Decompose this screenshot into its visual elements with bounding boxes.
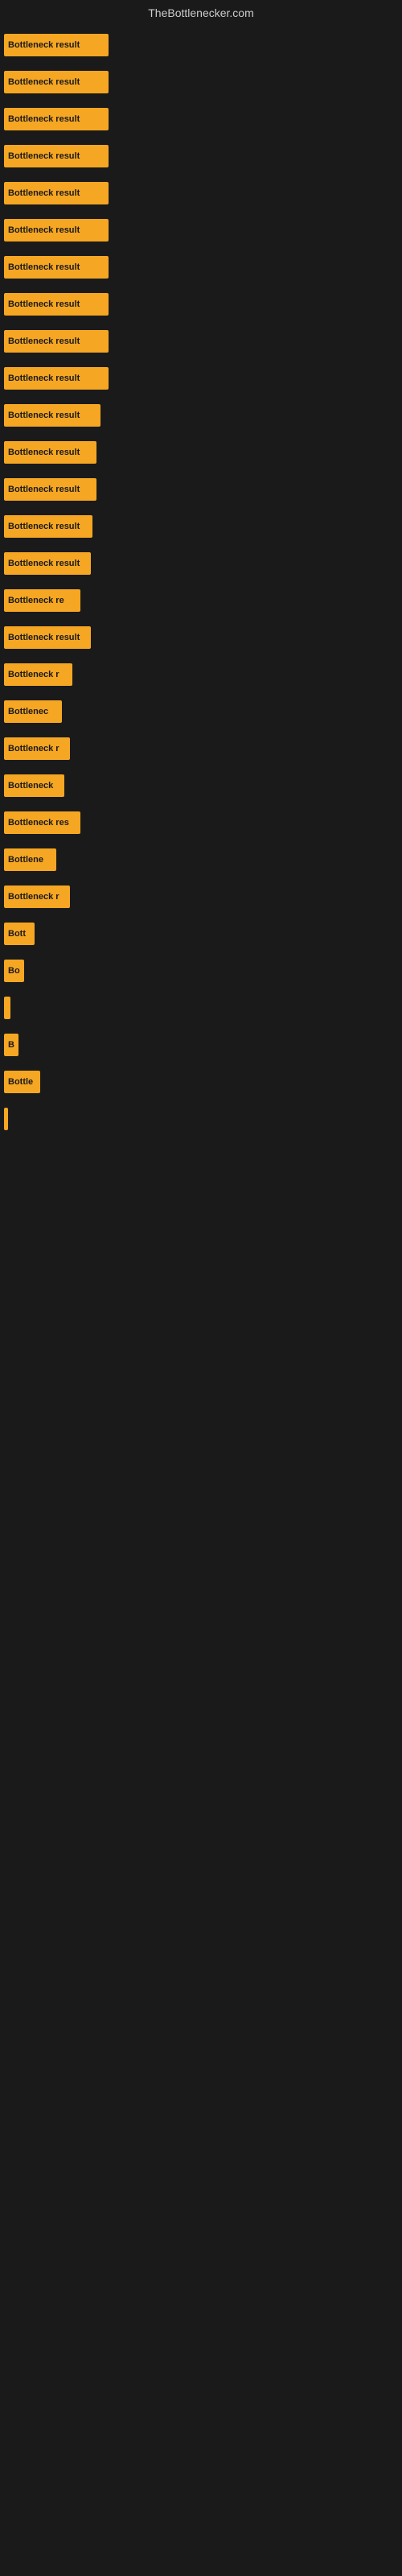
bar-label: Bottleneck result bbox=[8, 411, 80, 420]
bottleneck-bar: Bott bbox=[4, 923, 35, 945]
bottleneck-bar: Bottleneck r bbox=[4, 737, 70, 760]
bottleneck-bar: B bbox=[4, 1034, 18, 1056]
bottleneck-bar: Bo bbox=[4, 960, 24, 982]
bottleneck-bar: Bottlene bbox=[4, 848, 56, 871]
bar-row: Bottleneck r bbox=[4, 663, 398, 686]
bar-row: Bottleneck result bbox=[4, 330, 398, 353]
bottleneck-bar: Bottleneck result bbox=[4, 219, 109, 242]
bar-label: Bottle bbox=[8, 1077, 33, 1087]
bottleneck-bar: Bottleneck result bbox=[4, 515, 92, 538]
bar-row: Bottleneck result bbox=[4, 478, 398, 501]
bottleneck-bar: Bottleneck result bbox=[4, 626, 91, 649]
bar-label: Bottleneck result bbox=[8, 40, 80, 50]
bar-label: Bottleneck result bbox=[8, 559, 80, 568]
bar-row bbox=[4, 997, 398, 1019]
bars-container: Bottleneck result Bottleneck result Bottle… bbox=[0, 26, 402, 1153]
bar-label: Bottleneck result bbox=[8, 522, 80, 531]
bar-row: Bottleneck result bbox=[4, 552, 398, 575]
bar-row: Bottleneck result bbox=[4, 367, 398, 390]
bar-row: Bottleneck result bbox=[4, 182, 398, 204]
bottleneck-bar: Bottleneck bbox=[4, 774, 64, 797]
bar-label: Bott bbox=[8, 929, 26, 939]
bottleneck-bar: Bottleneck result bbox=[4, 441, 96, 464]
bottleneck-bar: Bottleneck result bbox=[4, 145, 109, 167]
bottleneck-bar: Bottle bbox=[4, 1071, 40, 1093]
bar-row: Bo bbox=[4, 960, 398, 982]
bar-row: Bott bbox=[4, 923, 398, 945]
bottleneck-bar: Bottleneck result bbox=[4, 552, 91, 575]
bar-label: Bottleneck re bbox=[8, 596, 64, 605]
bar-label: Bottleneck result bbox=[8, 262, 80, 272]
bottleneck-bar: Bottleneck result bbox=[4, 330, 109, 353]
bar-row: Bottleneck result bbox=[4, 404, 398, 427]
bottleneck-bar: Bottleneck res bbox=[4, 811, 80, 834]
bar-row: Bottleneck result bbox=[4, 441, 398, 464]
bar-row: Bottleneck result bbox=[4, 293, 398, 316]
site-title: TheBottlenecker.com bbox=[0, 0, 402, 26]
bar-row bbox=[4, 1108, 398, 1130]
bar-label: Bottleneck result bbox=[8, 225, 80, 235]
bottleneck-bar: Bottleneck result bbox=[4, 367, 109, 390]
bar-label: Bottleneck r bbox=[8, 892, 59, 902]
bar-row: Bottleneck r bbox=[4, 886, 398, 908]
bottleneck-bar: Bottleneck result bbox=[4, 404, 100, 427]
bar-label: Bottleneck result bbox=[8, 448, 80, 457]
bar-label: Bottleneck result bbox=[8, 151, 80, 161]
bar-label: Bottleneck result bbox=[8, 633, 80, 642]
bar-label: Bottleneck result bbox=[8, 485, 80, 494]
bar-label: Bottleneck bbox=[8, 781, 53, 791]
bar-row: Bottleneck result bbox=[4, 626, 398, 649]
bottleneck-bar: Bottleneck result bbox=[4, 478, 96, 501]
bar-label: B bbox=[8, 1040, 14, 1050]
bar-row: Bottleneck result bbox=[4, 145, 398, 167]
bottleneck-bar: Bottleneck result bbox=[4, 256, 109, 279]
bar-row: Bottleneck re bbox=[4, 589, 398, 612]
bar-row: Bottleneck result bbox=[4, 219, 398, 242]
bar-label: Bottleneck r bbox=[8, 744, 59, 753]
bar-row: Bottleneck result bbox=[4, 256, 398, 279]
bar-label: Bo bbox=[8, 966, 20, 976]
bottleneck-bar: Bottleneck result bbox=[4, 34, 109, 56]
bar-row: Bottleneck res bbox=[4, 811, 398, 834]
bar-label: Bottleneck result bbox=[8, 336, 80, 346]
bar-label: Bottleneck res bbox=[8, 818, 69, 828]
bar-row: Bottleneck result bbox=[4, 108, 398, 130]
bar-label: Bottleneck r bbox=[8, 670, 59, 679]
bar-label: Bottleneck result bbox=[8, 374, 80, 383]
bottleneck-bar: Bottleneck result bbox=[4, 108, 109, 130]
bar-label: Bottleneck result bbox=[8, 77, 80, 87]
bar-row: Bottleneck r bbox=[4, 737, 398, 760]
bottleneck-bar: Bottleneck re bbox=[4, 589, 80, 612]
bar-row: B bbox=[4, 1034, 398, 1056]
bar-row: Bottleneck result bbox=[4, 71, 398, 93]
bar-row: Bottleneck bbox=[4, 774, 398, 797]
bar-label: Bottleneck result bbox=[8, 114, 80, 124]
bar-label: Bottleneck result bbox=[8, 299, 80, 309]
bar-row: Bottlenec bbox=[4, 700, 398, 723]
bottleneck-bar bbox=[4, 1108, 8, 1130]
bar-row: Bottle bbox=[4, 1071, 398, 1093]
bottleneck-bar: Bottleneck result bbox=[4, 182, 109, 204]
bottleneck-bar: Bottleneck r bbox=[4, 886, 70, 908]
bottleneck-bar: Bottleneck result bbox=[4, 293, 109, 316]
bottleneck-bar: Bottlenec bbox=[4, 700, 62, 723]
bar-row: Bottleneck result bbox=[4, 515, 398, 538]
bar-label: Bottlene bbox=[8, 855, 43, 865]
bar-label: Bottlenec bbox=[8, 707, 48, 716]
bar-row: Bottlene bbox=[4, 848, 398, 871]
bottleneck-bar bbox=[4, 997, 10, 1019]
bottleneck-bar: Bottleneck result bbox=[4, 71, 109, 93]
bottleneck-bar: Bottleneck r bbox=[4, 663, 72, 686]
bar-label: Bottleneck result bbox=[8, 188, 80, 198]
bar-row: Bottleneck result bbox=[4, 34, 398, 56]
